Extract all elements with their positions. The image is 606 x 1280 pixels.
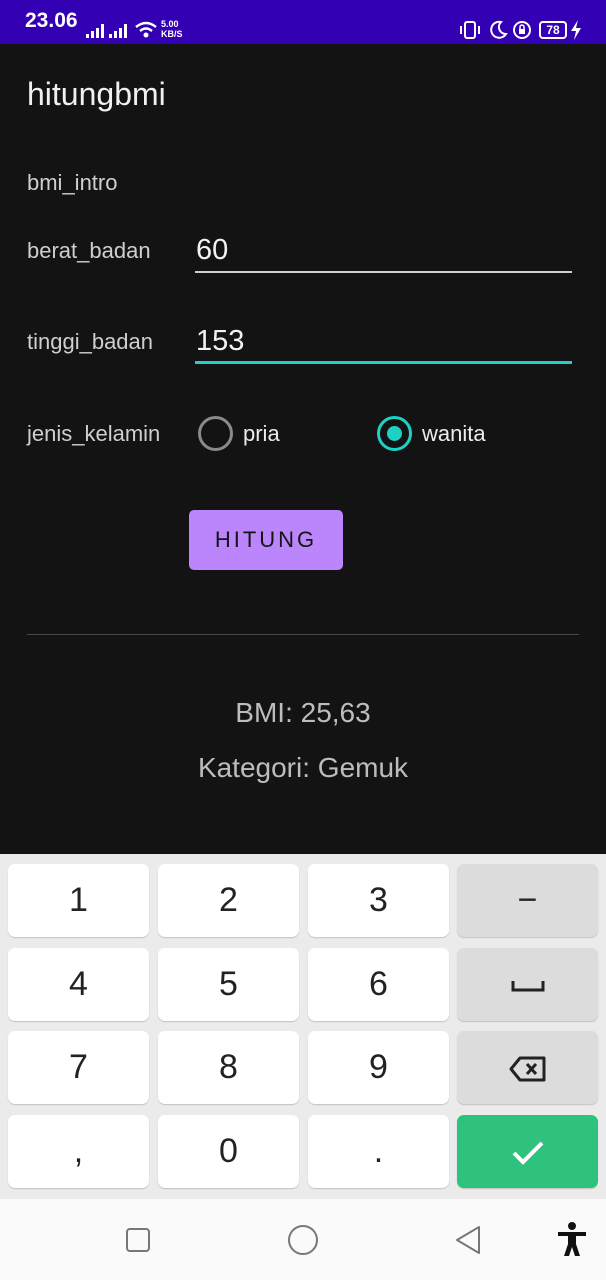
key-done[interactable] <box>457 1115 598 1188</box>
battery-icon: 78 <box>539 21 567 39</box>
do-not-disturb-icon <box>490 20 508 39</box>
key-5[interactable]: 5 <box>158 948 299 1021</box>
kategori-result: Kategori: Gemuk <box>197 752 409 783</box>
bmi-result: BMI: 25,63 <box>235 697 371 728</box>
backspace-icon <box>509 1056 545 1082</box>
wifi-icon <box>135 21 157 38</box>
key-4[interactable]: 4 <box>8 948 149 1021</box>
key-comma[interactable]: , <box>8 1115 149 1188</box>
berat-badan-input[interactable]: 60 <box>195 227 572 273</box>
tinggi-badan-label: tinggi_badan <box>27 329 154 354</box>
vibrate-icon <box>460 21 480 39</box>
tinggi-badan-input[interactable]: 153 <box>195 318 572 364</box>
space-icon <box>511 981 544 992</box>
berat-badan-value: 60 <box>196 234 229 266</box>
back-icon[interactable] <box>454 1225 482 1255</box>
navigation-bar <box>0 1199 606 1280</box>
divider <box>27 634 579 635</box>
radio-wanita-label: wanita <box>422 421 486 446</box>
radio-dot <box>387 426 402 441</box>
checkmark-icon <box>512 1141 543 1165</box>
key-0[interactable]: 0 <box>158 1115 299 1188</box>
signal-icon <box>109 24 127 38</box>
key-2[interactable]: 2 <box>158 864 299 937</box>
radio-checked-icon <box>377 416 412 451</box>
bmi-intro-text: bmi_intro <box>27 170 118 195</box>
rotation-lock-icon <box>513 21 531 39</box>
key-9[interactable]: 9 <box>308 1031 449 1104</box>
network-speed: 5.00 KB/S <box>161 19 183 39</box>
key-8[interactable]: 8 <box>158 1031 299 1104</box>
berat-badan-label: berat_badan <box>27 238 151 263</box>
radio-unchecked-icon <box>198 416 233 451</box>
key-1[interactable]: 1 <box>8 864 149 937</box>
key-space[interactable] <box>457 948 598 1021</box>
key-7[interactable]: 7 <box>8 1031 149 1104</box>
key-3[interactable]: 3 <box>308 864 449 937</box>
key-6[interactable]: 6 <box>308 948 449 1021</box>
charging-icon <box>571 20 581 40</box>
accessibility-icon[interactable] <box>556 1222 588 1258</box>
signal-icon <box>86 24 104 38</box>
numeric-keyboard: 1 2 3 − 4 5 6 7 8 9 , 0 . <box>0 854 606 1199</box>
recents-icon[interactable] <box>125 1227 151 1253</box>
radio-pria-label: pria <box>243 421 280 446</box>
key-minus[interactable]: − <box>457 864 598 937</box>
app-title: hitungbmi <box>27 76 166 112</box>
tinggi-badan-value: 153 <box>196 325 245 357</box>
key-period[interactable]: . <box>308 1115 449 1188</box>
key-backspace[interactable] <box>457 1031 598 1104</box>
status-time: 23.06 <box>25 9 78 32</box>
jenis-kelamin-label: jenis_kelamin <box>27 421 161 446</box>
home-icon[interactable] <box>287 1224 319 1256</box>
hitung-button[interactable]: HITUNG <box>189 510 343 570</box>
status-bar: 23.06 5.00 KB/S 78 <box>0 0 606 44</box>
